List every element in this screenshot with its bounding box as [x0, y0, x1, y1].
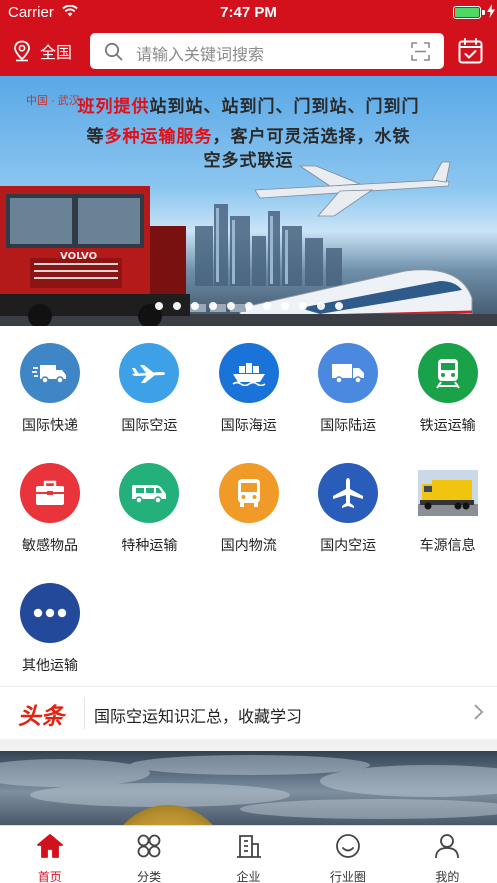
- category-icon: [99, 833, 198, 864]
- tab-label: 企业: [236, 870, 261, 883]
- cloud-texture: [0, 755, 497, 819]
- tab-label: 我的: [435, 870, 460, 883]
- category-label: 国际空运: [121, 417, 178, 433]
- building-icon: [199, 833, 298, 864]
- banner-line-1-rest: 站到站、站到门、门到站、门到门: [149, 97, 420, 116]
- status-bar: Carrier 7:47 PM: [0, 0, 497, 27]
- location-pin-icon: [14, 40, 30, 62]
- briefcase-icon: [20, 463, 80, 523]
- bus-icon: [218, 463, 279, 523]
- tab-item[interactable]: 行业圈: [298, 826, 397, 883]
- tab-item[interactable]: 首页: [0, 826, 99, 883]
- banner-line-1: 班列提供站到站、站到门、门到站、门到门: [0, 92, 497, 117]
- carousel-dot[interactable]: [334, 302, 343, 310]
- carousel-dot[interactable]: [208, 302, 217, 310]
- category-item[interactable]: 国内空运: [298, 446, 398, 556]
- category-label: 国内空运: [320, 537, 377, 553]
- category-label: 铁运运输: [419, 417, 476, 433]
- home-icon: [0, 833, 99, 864]
- category-label: 国际快递: [22, 417, 78, 433]
- truck-icon: [318, 343, 379, 403]
- location-label: 全国: [40, 45, 73, 62]
- banner-line-3: 空多式联运: [203, 151, 294, 170]
- train-icon: [417, 343, 478, 403]
- tab-item[interactable]: 分类: [99, 826, 198, 883]
- category-label: 国际陆运: [320, 417, 377, 433]
- carousel-dot[interactable]: [172, 302, 181, 310]
- category-label: 车源信息: [419, 537, 476, 553]
- tab-label: 行业圈: [329, 870, 366, 883]
- category-item[interactable]: 特种运输: [99, 446, 199, 556]
- secondary-banner[interactable]: [0, 751, 497, 825]
- category-item[interactable]: 国际快递: [0, 326, 100, 436]
- carousel-indicator: [0, 302, 497, 310]
- banner-line-2-highlight: 多种运输服务: [104, 127, 213, 146]
- carousel-dot[interactable]: [316, 302, 325, 310]
- banner-line-2: 等多种运输服务，客户可灵活选择，水铁: [0, 122, 497, 147]
- carousel-dot[interactable]: [298, 302, 307, 310]
- category-item[interactable]: 敏感物品: [0, 446, 100, 556]
- category-item[interactable]: 车源信息: [398, 446, 497, 556]
- charging-icon: [487, 4, 495, 22]
- express-truck-icon: [20, 343, 80, 403]
- person-icon: [398, 833, 497, 864]
- ship-icon: [218, 343, 279, 403]
- category-item[interactable]: 其他运输: [0, 566, 100, 676]
- category-item[interactable]: 国内物流: [199, 446, 299, 556]
- van-icon: [119, 463, 180, 523]
- headline-bar[interactable]: 头条 国际空运知识汇总，收藏学习: [0, 687, 497, 739]
- banner-line-2-rest: ，客户可灵活选择，水铁: [212, 127, 411, 146]
- top-header: 全国 请输入关键词搜索: [0, 27, 497, 76]
- carousel-dot[interactable]: [244, 302, 253, 310]
- location-selector[interactable]: 全国: [12, 39, 72, 63]
- headline-tag: 头条: [18, 703, 64, 729]
- category-label: 国内物流: [220, 537, 277, 553]
- search-icon: [104, 42, 123, 66]
- carousel-dot[interactable]: [226, 302, 235, 310]
- section-gap: [0, 739, 497, 751]
- svg-text:VOLVO: VOLVO: [60, 251, 97, 262]
- headline-divider: [84, 697, 85, 729]
- carousel-dot[interactable]: [280, 302, 289, 310]
- scan-icon[interactable]: [411, 42, 430, 66]
- truck-photo-icon: [417, 463, 478, 523]
- category-label: 特种运输: [121, 537, 178, 553]
- headline-text: 国际空运知识汇总，收藏学习: [94, 709, 303, 726]
- chevron-right-icon: [473, 703, 485, 726]
- tab-label: 首页: [37, 870, 62, 883]
- calendar-check-icon[interactable]: [458, 38, 483, 69]
- tab-label: 分类: [137, 870, 162, 883]
- category-label: 敏感物品: [22, 537, 78, 553]
- banner-line-1-highlight: 班列提供: [77, 97, 150, 116]
- search-placeholder: 请输入关键词搜索: [136, 47, 265, 64]
- carousel-dot[interactable]: [262, 302, 271, 310]
- banner-line-2-pre: 等: [86, 127, 105, 146]
- search-box[interactable]: 请输入关键词搜索: [90, 33, 444, 69]
- category-item[interactable]: 国际陆运: [298, 326, 398, 436]
- bottom-tab-bar: 首页 分类 企业 行业圈 我的: [0, 825, 497, 883]
- tab-item[interactable]: 企业: [199, 826, 298, 883]
- category-item[interactable]: 国际海运: [199, 326, 299, 436]
- airplane-icon: [119, 343, 180, 403]
- battery-tip: [482, 10, 485, 15]
- category-label: 其他运输: [22, 657, 78, 673]
- smile-icon: [298, 833, 397, 864]
- jet-icon: [318, 463, 379, 523]
- carousel-dot[interactable]: [190, 302, 199, 310]
- category-item[interactable]: 国际空运: [99, 326, 199, 436]
- category-item[interactable]: 铁运运输: [398, 326, 497, 436]
- promo-banner[interactable]: VOLVO 中国 · 武汉 班列提供站到站、站到门、门到站、门到门 等多种运输服…: [0, 76, 497, 326]
- battery-icon: [453, 6, 481, 19]
- tab-item[interactable]: 我的: [398, 826, 497, 883]
- category-label: 国际海运: [220, 417, 277, 433]
- clock: 7:47 PM: [220, 4, 277, 21]
- carousel-dot[interactable]: [154, 302, 163, 310]
- more-icon: [20, 583, 80, 643]
